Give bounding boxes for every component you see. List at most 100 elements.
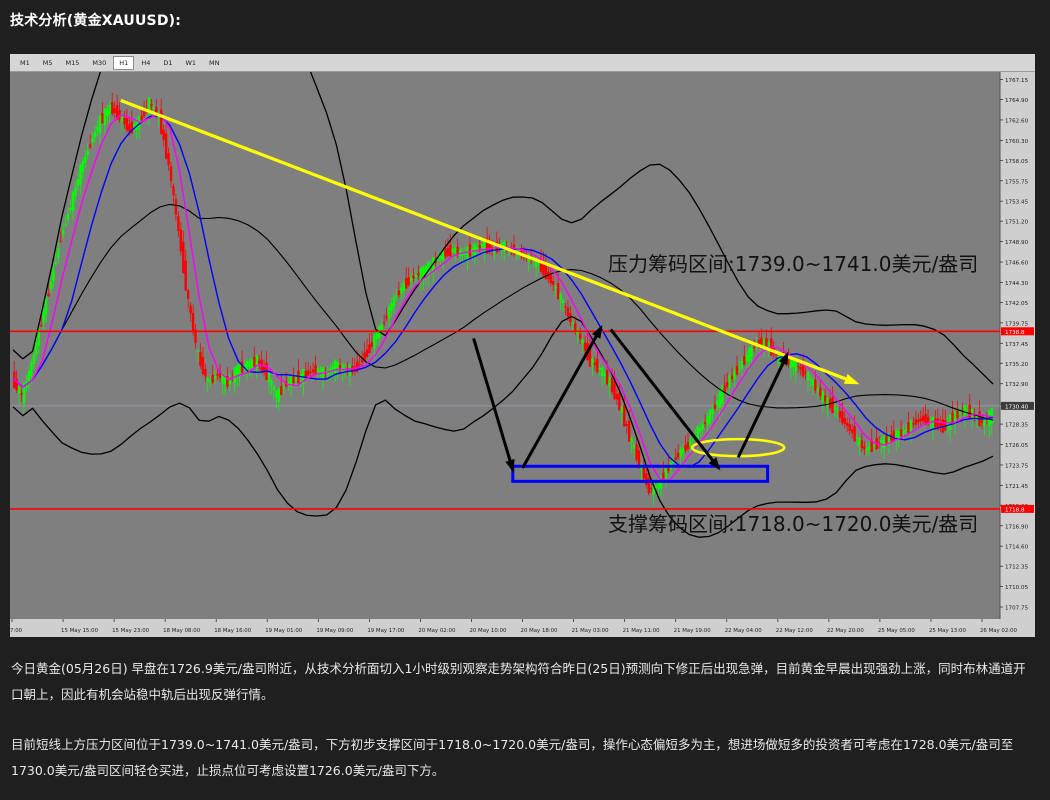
- candle-body: [52, 268, 55, 282]
- candle-body: [559, 293, 562, 301]
- candle-body: [152, 107, 156, 109]
- candle-body: [150, 104, 153, 106]
- candle-body: [603, 373, 606, 377]
- candle-body: [583, 342, 587, 351]
- candle-body: [833, 407, 837, 411]
- candle-body: [142, 110, 146, 117]
- y-tick-label: 1751.20: [1005, 220, 1029, 226]
- candle-body: [858, 438, 861, 446]
- candle-body: [846, 422, 849, 426]
- candle-body: [270, 380, 273, 385]
- y-tick-label: 1762.60: [1005, 118, 1029, 124]
- timeframe-button-h1[interactable]: H1: [113, 55, 135, 70]
- candle-body: [62, 230, 65, 235]
- candle-body: [556, 283, 560, 300]
- candle-body: [446, 247, 450, 256]
- candle-body: [821, 391, 824, 402]
- x-tick-label: 25 May 05:00: [878, 628, 916, 634]
- candle-body: [169, 166, 173, 182]
- timeframe-button-m5[interactable]: M5: [37, 56, 59, 70]
- timeframe-button-mn[interactable]: MN: [203, 56, 225, 70]
- candle-body: [843, 418, 846, 424]
- timeframe-button-d1[interactable]: D1: [157, 56, 178, 70]
- candle-body: [917, 419, 920, 423]
- candle-body: [716, 400, 719, 405]
- x-tick-label: 21 May 19:00: [674, 628, 712, 634]
- candle-body: [868, 446, 871, 449]
- candle-body: [632, 444, 636, 449]
- candle-body: [792, 360, 795, 367]
- candle-body: [725, 382, 729, 387]
- candle-body: [167, 153, 170, 166]
- candle-body: [752, 346, 756, 349]
- timeframe-button-w1[interactable]: W1: [179, 56, 202, 70]
- candle-body: [926, 416, 930, 423]
- candle-body: [623, 405, 626, 427]
- candle-body: [130, 121, 134, 134]
- candle-body: [902, 430, 905, 435]
- candle-body: [292, 376, 295, 383]
- candle-body: [311, 369, 315, 373]
- price-chart[interactable]: M1 M5 M15 M30 H1 H4 D1 W1 MN 1767.15 1764.90 1762.…: [10, 54, 1035, 637]
- candle-body: [412, 275, 415, 279]
- candle-body: [650, 487, 653, 490]
- timeframe-toolbar: M1 M5 M15 M30 H1 H4 D1 W1 MN: [10, 54, 1035, 72]
- candle-body: [358, 363, 361, 365]
- y-tick-label: 1767.15: [1005, 78, 1029, 84]
- candle-body: [466, 246, 469, 260]
- candle-body: [480, 243, 484, 248]
- x-tick-label: 18 May 08:00: [163, 628, 201, 634]
- candle-body: [625, 424, 628, 426]
- candle-body: [282, 386, 285, 389]
- candle-body: [689, 439, 692, 448]
- candle-body: [674, 456, 677, 460]
- candle-body: [307, 370, 310, 376]
- timeframe-button-m1[interactable]: M1: [14, 56, 36, 70]
- candle-body: [86, 150, 89, 156]
- support-zone-annotation: 支撑筹码区间:1718.0~1720.0美元/盎司: [608, 512, 978, 536]
- candle-body: [287, 380, 290, 385]
- timeframe-button-m15[interactable]: M15: [60, 56, 86, 70]
- y-tick-label: 1726.05: [1005, 443, 1029, 449]
- candle-body: [765, 338, 768, 347]
- candle-body: [400, 287, 403, 293]
- candle-body: [645, 473, 648, 485]
- timeframe-button-m30[interactable]: M30: [86, 56, 112, 70]
- candle-body: [211, 374, 214, 383]
- candle-body: [91, 137, 94, 143]
- candle-body: [738, 367, 741, 369]
- candle-body: [804, 372, 807, 374]
- y-tick-label: 1710.05: [1005, 585, 1029, 591]
- candle-body: [140, 115, 143, 121]
- candle-body: [81, 160, 85, 173]
- candle-body: [848, 424, 851, 431]
- candle-body: [627, 420, 631, 442]
- candle-body: [836, 411, 839, 413]
- candle-body: [454, 248, 457, 254]
- candle-body: [405, 278, 408, 289]
- candle-body: [397, 290, 401, 296]
- candle-body: [341, 364, 344, 373]
- chart-plot-area[interactable]: 1767.15 1764.90 1762.60 1760.30 1758.05 1755.…: [10, 72, 1035, 637]
- candle-body: [49, 282, 53, 289]
- candle-body: [199, 351, 202, 367]
- y-tick-label: 1744.30: [1005, 281, 1029, 287]
- candle-body: [451, 248, 454, 253]
- candle-body: [723, 385, 726, 393]
- x-tick-label: 21 May 03:00: [572, 628, 610, 634]
- candle-body: [390, 303, 393, 311]
- candle-body: [816, 387, 820, 391]
- y-tick-label: 1764.90: [1005, 98, 1029, 104]
- candle-body: [872, 444, 876, 447]
- x-tick-label: 22 May 04:00: [725, 628, 763, 634]
- candle-body: [721, 385, 724, 405]
- candle-body: [865, 447, 869, 451]
- timeframe-button-h4[interactable]: H4: [135, 56, 156, 70]
- candle-body: [309, 371, 312, 373]
- candle-body: [248, 361, 251, 368]
- candle-body: [956, 410, 959, 419]
- candle-body: [885, 435, 888, 444]
- candle-body: [598, 367, 601, 370]
- candle-body: [196, 350, 200, 352]
- candle-body: [162, 129, 165, 140]
